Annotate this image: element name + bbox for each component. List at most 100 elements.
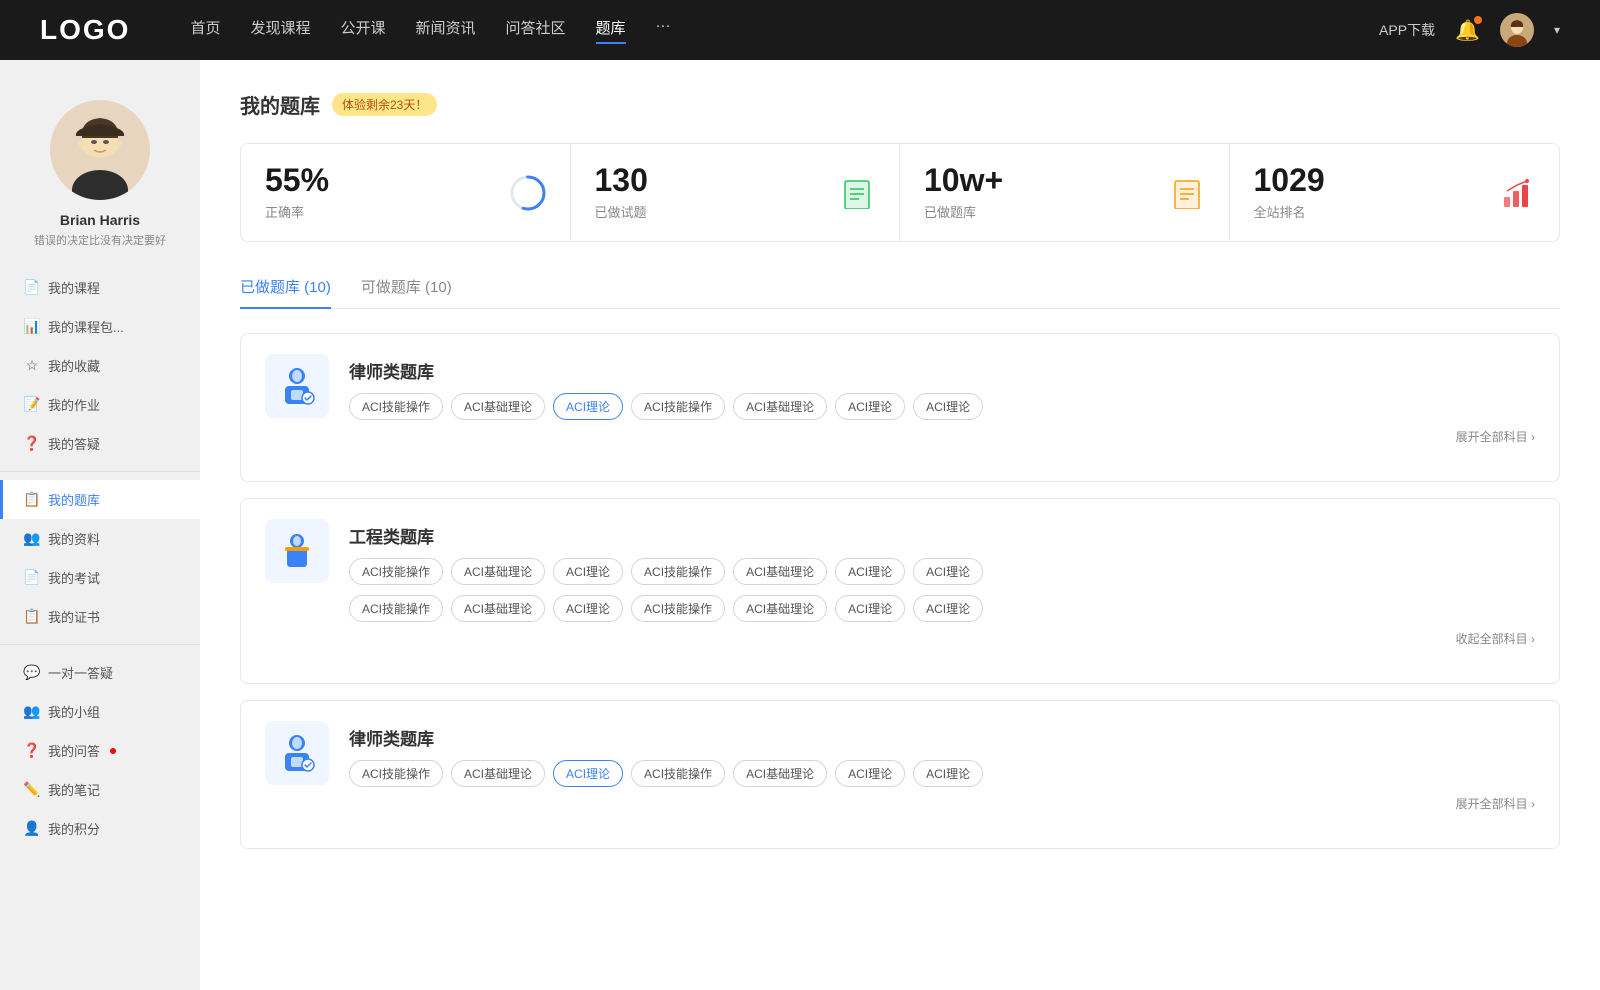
nav-item-公开课[interactable]: 公开课	[340, 17, 385, 44]
bank-tag[interactable]: ACI理论	[835, 393, 905, 420]
bank-tag[interactable]: ACI理论	[913, 595, 983, 622]
navbar: LOGO 首页 发现课程 公开课 新闻资讯 问答社区 题库 ··· APP下载 🔔 ▾	[0, 0, 1600, 60]
sidebar-label-12: 我的笔记	[48, 780, 100, 799]
stat-rank-label: 全站排名	[1254, 202, 1325, 221]
sidebar-label-13: 我的积分	[48, 819, 100, 838]
nav-item-新闻资讯[interactable]: 新闻资讯	[416, 17, 476, 44]
sidebar-item-1[interactable]: 📊 我的课程包...	[0, 307, 200, 346]
bank-tag[interactable]: ACI基础理论	[451, 393, 545, 420]
tags-row-1: ACI技能操作 ACI基础理论 ACI理论 ACI技能操作 ACI基础理论 ACI理论 AC…	[349, 393, 1535, 420]
bank-tag[interactable]: ACI理论	[553, 595, 623, 622]
stat-card-done: 130 已做试题	[571, 144, 901, 241]
sidebar-item-13[interactable]: 👤 我的积分	[0, 809, 200, 848]
tags-row-1: ACI技能操作 ACI基础理论 ACI理论 ACI技能操作 ACI基础理论 ACI理论 AC…	[349, 558, 1535, 585]
bank-tag[interactable]: ACI理论	[913, 393, 983, 420]
nav-item-题库[interactable]: 题库	[596, 17, 626, 44]
sidebar-divider	[0, 644, 200, 645]
bank-tag[interactable]: ACI基础理论	[733, 558, 827, 585]
sidebar-label-11: 我的问答	[48, 741, 100, 760]
sidebar-item-7[interactable]: 📄 我的考试	[0, 558, 200, 597]
bank-tag[interactable]: ACI理论	[913, 760, 983, 787]
bank-tag[interactable]: ACI基础理论	[733, 760, 827, 787]
bank-tag[interactable]: ACI理论	[553, 393, 623, 420]
sidebar-item-0[interactable]: 📄 我的课程	[0, 268, 200, 307]
bank-name: 工程类题库	[349, 519, 1535, 548]
nav-item-···[interactable]: ···	[656, 17, 671, 44]
red-dot	[110, 748, 116, 754]
expand-collapse-link[interactable]: 收起全部科目 ›	[349, 630, 1535, 647]
bank-tag[interactable]: ACI技能操作	[631, 760, 725, 787]
bank-tag[interactable]: ACI技能操作	[349, 760, 443, 787]
expand-collapse-link[interactable]: 展开全部科目 ›	[349, 795, 1535, 812]
user-dropdown-chevron[interactable]: ▾	[1554, 23, 1560, 37]
nav-item-发现课程[interactable]: 发现课程	[250, 17, 310, 44]
sidebar-item-8[interactable]: 📋 我的证书	[0, 597, 200, 636]
sidebar-icon-1: 📊	[24, 319, 40, 335]
bank-tag[interactable]: ACI理论	[553, 760, 623, 787]
stat-card-banks: 10w+ 已做题库	[900, 144, 1230, 241]
bank-card-header: 工程类题库 ACI技能操作ACI基础理论ACI理论ACI技能操作ACI基础理论A…	[265, 519, 1535, 647]
nav-item-首页[interactable]: 首页	[190, 17, 220, 44]
bank-tag[interactable]: ACI基础理论	[451, 760, 545, 787]
profile-motto: 错误的决定比没有决定要好	[10, 232, 190, 248]
tabs-row: 已做题库 (10) 可做题库 (10)	[240, 266, 1560, 309]
sidebar-item-12[interactable]: ✏️ 我的笔记	[0, 770, 200, 809]
bank-tag[interactable]: ACI理论	[835, 595, 905, 622]
bank-tag[interactable]: ACI理论	[913, 558, 983, 585]
sidebar-label-8: 我的证书	[48, 607, 100, 626]
tab-done-banks[interactable]: 已做题库 (10)	[240, 266, 331, 309]
bank-tag[interactable]: ACI技能操作	[631, 393, 725, 420]
sidebar-nav: 📄 我的课程 📊 我的课程包... ☆ 我的收藏 📝 我的作业 ❓ 我的答疑 📋…	[0, 268, 200, 848]
bank-card-0: 律师类题库 ACI技能操作ACI基础理论ACI理论ACI技能操作ACI基础理论A…	[240, 333, 1560, 482]
stat-banks-label: 已做题库	[924, 202, 1003, 221]
bank-name: 律师类题库	[349, 354, 1535, 383]
bank-tag[interactable]: ACI基础理论	[733, 595, 827, 622]
sidebar-item-6[interactable]: 👥 我的资料	[0, 519, 200, 558]
bank-tag[interactable]: ACI理论	[553, 558, 623, 585]
sidebar-item-9[interactable]: 💬 一对一答疑	[0, 653, 200, 692]
page-title: 我的题库	[240, 90, 320, 119]
bank-tag[interactable]: ACI技能操作	[349, 558, 443, 585]
bank-tag[interactable]: ACI技能操作	[631, 595, 725, 622]
app-download-link[interactable]: APP下载	[1379, 20, 1435, 40]
stat-done-label: 已做试题	[595, 202, 648, 221]
trial-badge: 体验剩余23天！	[332, 93, 437, 116]
sidebar-icon-3: 📝	[24, 397, 40, 413]
bank-tag[interactable]: ACI技能操作	[349, 595, 443, 622]
sidebar-item-2[interactable]: ☆ 我的收藏	[0, 346, 200, 385]
sidebar-label-5: 我的题库	[48, 490, 100, 509]
bank-tag[interactable]: ACI理论	[835, 558, 905, 585]
bank-card-2: 律师类题库 ACI技能操作 ACI基础理论 ACI理论 ACI技能操作 ACI基础理论 A…	[240, 700, 1560, 849]
stat-done-icon	[839, 175, 875, 211]
expand-collapse-link[interactable]: 展开全部科目 ›	[349, 428, 1535, 445]
nav-item-问答社区[interactable]: 问答社区	[506, 17, 566, 44]
sidebar-icon-6: 👥	[24, 531, 40, 547]
user-avatar-nav[interactable]	[1500, 13, 1534, 47]
stat-rank-value: 1029	[1254, 164, 1325, 196]
stat-banks-icon	[1169, 175, 1205, 211]
profile-name: Brian Harris	[10, 212, 190, 228]
stat-accuracy-value: 55%	[265, 164, 329, 196]
sidebar-icon-5: 📋	[24, 492, 40, 508]
sidebar-item-3[interactable]: 📝 我的作业	[0, 385, 200, 424]
bank-card-1: 工程类题库 ACI技能操作ACI基础理论ACI理论ACI技能操作ACI基础理论A…	[240, 498, 1560, 684]
stat-done-value: 130	[595, 164, 648, 196]
bank-tag[interactable]: ACI技能操作	[631, 558, 725, 585]
bank-tag[interactable]: ACI基础理论	[451, 558, 545, 585]
sidebar-label-4: 我的答疑	[48, 434, 100, 453]
bank-tag[interactable]: ACI理论	[835, 760, 905, 787]
bank-tag[interactable]: ACI基础理论	[451, 595, 545, 622]
sidebar-item-11[interactable]: ❓ 我的问答	[0, 731, 200, 770]
sidebar-icon-13: 👤	[24, 821, 40, 837]
main-layout: Brian Harris 错误的决定比没有决定要好 📄 我的课程 📊 我的课程包…	[0, 60, 1600, 990]
tab-available-banks[interactable]: 可做题库 (10)	[361, 266, 452, 309]
sidebar-item-4[interactable]: ❓ 我的答疑	[0, 424, 200, 463]
logo[interactable]: LOGO	[40, 14, 130, 46]
sidebar-item-5[interactable]: 📋 我的题库	[0, 480, 200, 519]
sidebar-item-10[interactable]: 👥 我的小组	[0, 692, 200, 731]
profile-section: Brian Harris 错误的决定比没有决定要好	[0, 80, 200, 268]
bank-name: 律师类题库	[349, 721, 1535, 750]
bank-tag[interactable]: ACI技能操作	[349, 393, 443, 420]
bank-tag[interactable]: ACI基础理论	[733, 393, 827, 420]
notification-bell[interactable]: 🔔	[1455, 18, 1480, 43]
